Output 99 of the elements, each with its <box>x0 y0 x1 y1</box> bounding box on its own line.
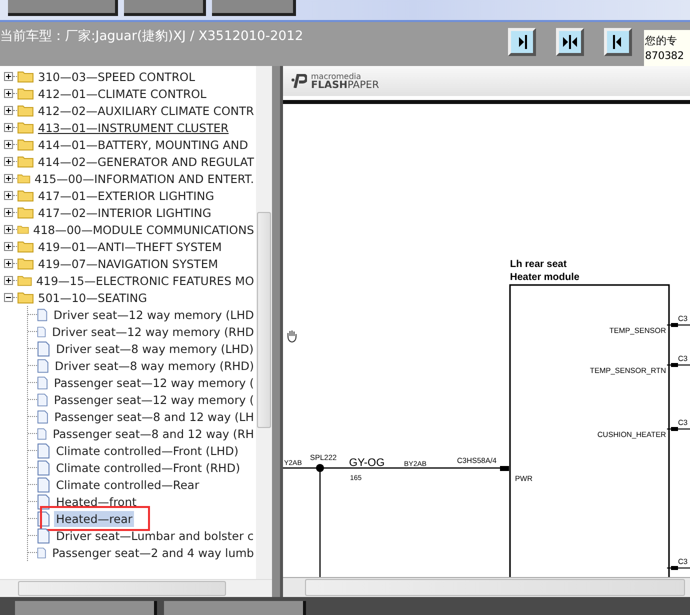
document-icon <box>37 392 48 408</box>
tree-item[interactable]: Driver seat—12 way memory (RHD <box>28 323 256 340</box>
notice-text: 870382 <box>645 49 685 64</box>
expand-icon[interactable] <box>4 123 13 132</box>
folder-icon <box>17 206 34 219</box>
scroll-thumb[interactable] <box>257 212 271 428</box>
current-model-label: 当前车型：厂家:Jaguar(捷豹)XJ / X3512010-2012 <box>0 28 304 45</box>
document-icon <box>37 306 48 322</box>
vertical-scrollbar[interactable] <box>256 66 272 579</box>
document-icon <box>37 442 50 458</box>
document-icon <box>37 528 50 544</box>
document-icon <box>37 426 47 442</box>
document-icon <box>37 476 50 492</box>
bottom-tab[interactable] <box>15 601 157 615</box>
tree-item[interactable]: 412—01—CLIMATE CONTROL <box>0 85 256 102</box>
tree-item[interactable]: Driver seat—8 way memory (LHD) <box>28 340 256 357</box>
tree-item[interactable]: 417—02—INTERIOR LIGHTING <box>0 204 256 221</box>
tree-item[interactable]: Passenger seat—8 and 12 way (RH <box>28 425 256 442</box>
folder-icon <box>17 189 34 202</box>
expand-icon[interactable] <box>4 208 13 217</box>
expand-icon[interactable] <box>4 72 13 81</box>
collapse-icon[interactable] <box>4 293 13 302</box>
tree-item[interactable]: 414—02—GENERATOR AND REGULAT <box>0 153 256 170</box>
tree-item[interactable]: Driver seat—8 way memory (RHD) <box>28 357 256 374</box>
document-icon <box>37 544 46 560</box>
module-title: Lh rear seat <box>510 259 567 270</box>
toolbar-button[interactable] <box>212 0 296 16</box>
folder-icon <box>17 240 34 253</box>
view-button[interactable] <box>508 28 536 56</box>
expand-icon[interactable] <box>4 157 13 166</box>
tree-item[interactable]: Driver seat—12 way memory (LHD <box>28 306 256 323</box>
tree-item[interactable]: Climate controlled—Rear <box>28 476 256 493</box>
brand-name: FLASHPAPER <box>311 81 380 90</box>
folder-icon <box>17 223 30 236</box>
notice-text: 您的专 <box>645 34 678 49</box>
tree-item[interactable]: Heated—front <box>28 493 256 510</box>
folder-icon <box>17 138 34 151</box>
folder-icon <box>17 70 34 83</box>
expand-icon[interactable] <box>4 89 13 98</box>
tree-item[interactable]: 419—01—ANTI—THEFT SYSTEM <box>0 238 256 255</box>
toolbar-button[interactable] <box>8 0 118 16</box>
expand-icon[interactable] <box>4 106 13 115</box>
expand-icon[interactable] <box>4 242 13 251</box>
connector-pin <box>666 323 690 327</box>
document-icon <box>37 358 49 374</box>
folder-icon <box>17 291 34 304</box>
expand-icon[interactable] <box>4 140 13 149</box>
expand-icon[interactable] <box>4 276 13 285</box>
tree-item[interactable]: 413—01—INSTRUMENT CLUSTER <box>0 119 256 136</box>
folder-icon <box>17 121 34 134</box>
tree-item[interactable]: 417—01—EXTERIOR LIGHTING <box>0 187 256 204</box>
view-button[interactable] <box>604 28 632 56</box>
tree-item[interactable]: 412—02—AUXILIARY CLIMATE CONTR <box>0 102 256 119</box>
horizontal-scrollbar[interactable] <box>283 577 690 597</box>
folder-icon <box>17 172 31 185</box>
expand-icon[interactable] <box>4 259 13 268</box>
tree-item[interactable]: 501—10—SEATING <box>0 289 256 306</box>
document-icon <box>37 408 48 424</box>
tree-item[interactable]: Passenger seat—8 and 12 way (LH <box>28 408 256 425</box>
document-icon <box>37 374 48 390</box>
toolbar-button[interactable] <box>124 0 206 16</box>
folder-icon <box>17 257 34 270</box>
expand-icon[interactable] <box>4 191 13 200</box>
connector-pin <box>666 427 690 431</box>
wire-color-label: GY-OG <box>349 457 385 469</box>
scroll-thumb[interactable] <box>305 579 685 596</box>
tree-item[interactable]: 418—00—MODULE COMMUNICATIONS <box>0 221 256 238</box>
tree-item[interactable]: 419—15—ELECTRONIC FEATURES MO <box>0 272 256 289</box>
hand-cursor-icon <box>286 329 298 343</box>
folder-icon <box>17 155 34 168</box>
bottom-tab[interactable] <box>164 601 306 615</box>
connector-pin <box>666 363 690 367</box>
tree-item[interactable]: 419—07—NAVIGATION SYSTEM <box>0 255 256 272</box>
connector-pin <box>500 466 509 471</box>
scroll-thumb[interactable] <box>18 581 226 596</box>
connector-pin <box>666 566 690 570</box>
tree-item[interactable]: Passenger seat—12 way memory ( <box>28 391 256 408</box>
view-button[interactable] <box>556 28 584 56</box>
folder-icon <box>17 87 34 100</box>
tree-item[interactable]: 414—01—BATTERY, MOUNTING AND <box>0 136 256 153</box>
tree-item[interactable]: Passenger seat—2 and 4 way lumb <box>28 544 256 561</box>
tree-item[interactable]: Climate controlled—Front (LHD) <box>28 442 256 459</box>
tree-item[interactable]: Driver seat—Lumbar and bolster c <box>28 527 256 544</box>
logo-icon <box>291 74 307 88</box>
arrows-inward-icon <box>561 33 579 51</box>
document-icon <box>37 494 50 510</box>
folder-icon <box>17 274 32 287</box>
brand-text: macromedia <box>311 72 362 81</box>
tree-item[interactable]: 310—03—SPEED CONTROL <box>0 68 256 85</box>
tree-item[interactable]: Passenger seat—12 way memory ( <box>28 374 256 391</box>
tree-item[interactable]: Heated—rear <box>28 510 256 527</box>
folder-icon <box>17 104 34 117</box>
splice-dot <box>316 464 324 472</box>
document-icon <box>37 460 50 476</box>
expand-icon[interactable] <box>4 225 13 234</box>
module-title: Heater module <box>510 272 580 283</box>
expand-icon[interactable] <box>4 174 13 183</box>
tree-item[interactable]: 415—00—INFORMATION AND ENTERT. <box>0 170 256 187</box>
tree-item[interactable]: Climate controlled—Front (RHD) <box>28 459 256 476</box>
